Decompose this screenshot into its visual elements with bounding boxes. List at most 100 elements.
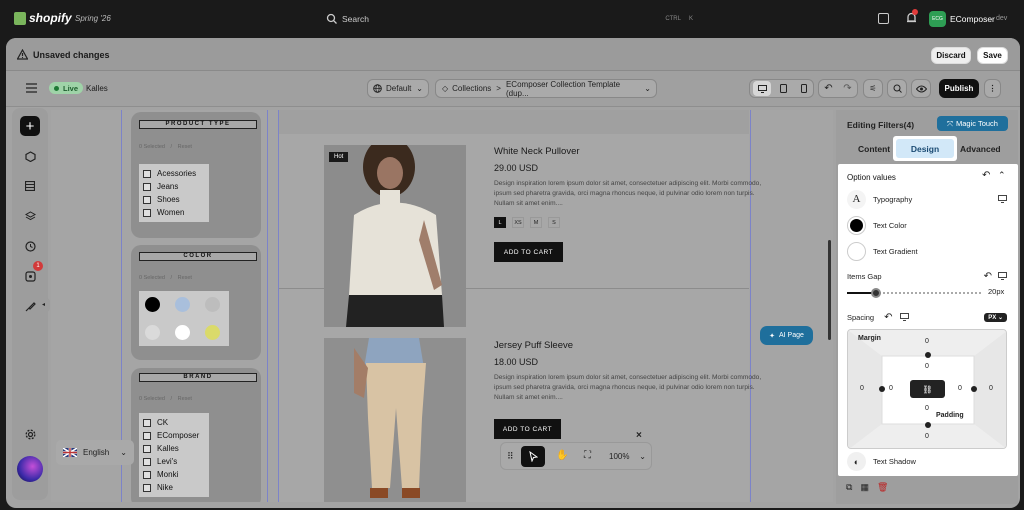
select-cursor-icon[interactable] bbox=[521, 446, 545, 467]
checkbox[interactable] bbox=[143, 457, 151, 466]
margin-left-handle[interactable] bbox=[879, 386, 885, 392]
shopify-logo-icon[interactable] bbox=[14, 12, 26, 25]
reset-icon[interactable]: ↶ bbox=[884, 312, 892, 323]
magic-touch-button[interactable]: ⤧ Magic Touch bbox=[937, 116, 1008, 131]
color-swatch[interactable] bbox=[145, 325, 160, 340]
color-swatch[interactable] bbox=[205, 297, 220, 312]
slider-thumb[interactable] bbox=[871, 288, 882, 298]
text-color-row[interactable]: Text Color bbox=[847, 215, 907, 235]
chevron-up-icon[interactable]: ⌃ bbox=[998, 170, 1006, 181]
more-options-icon[interactable]: ⋮ bbox=[984, 79, 1001, 98]
ai-page-button[interactable]: ✦ AI Page bbox=[760, 326, 813, 345]
size-option[interactable]: XS bbox=[512, 217, 524, 228]
margin-right-handle[interactable] bbox=[971, 386, 977, 392]
text-color-swatch[interactable] bbox=[847, 215, 866, 235]
desktop-view-icon[interactable] bbox=[753, 81, 772, 96]
checkbox[interactable] bbox=[143, 470, 151, 479]
padding-right-value[interactable]: 0 bbox=[958, 385, 962, 392]
close-icon[interactable]: × bbox=[636, 430, 642, 441]
desktop-view-icon[interactable] bbox=[998, 272, 1007, 280]
tab-advanced[interactable]: Advanced bbox=[960, 144, 1001, 154]
typography-row[interactable]: A Typography bbox=[847, 189, 1007, 209]
checkbox[interactable] bbox=[143, 444, 151, 453]
device-default-select[interactable]: Default ⌄ bbox=[367, 79, 429, 98]
language-selector[interactable]: English ⌄ bbox=[56, 440, 134, 465]
tab-content[interactable]: Content bbox=[858, 144, 890, 154]
settings-gear-icon[interactable] bbox=[20, 424, 40, 444]
filter-option[interactable]: EComposer bbox=[143, 429, 205, 442]
collapse-sidebar-icon[interactable]: ◂ bbox=[42, 298, 50, 312]
filter-reset-link[interactable]: Reset bbox=[178, 275, 192, 281]
reset-icon[interactable]: ↶ bbox=[984, 271, 992, 282]
margin-bottom-value[interactable]: 0 bbox=[925, 433, 929, 440]
ai-assistant-icon[interactable]: 1 bbox=[20, 261, 43, 286]
user-avatar[interactable] bbox=[17, 456, 43, 482]
filter-reset-link[interactable]: Reset bbox=[178, 396, 192, 402]
checkbox[interactable] bbox=[143, 169, 151, 178]
layout-grid-icon[interactable] bbox=[20, 176, 40, 196]
margin-bottom-handle[interactable] bbox=[925, 422, 931, 428]
color-swatch[interactable] bbox=[145, 297, 160, 312]
fit-screen-icon[interactable]: ⛶ bbox=[584, 450, 591, 461]
text-gradient-row[interactable]: Text Gradient bbox=[847, 241, 918, 261]
items-gap-slider[interactable] bbox=[847, 288, 981, 298]
tablet-view-icon[interactable] bbox=[774, 81, 792, 96]
checkbox[interactable] bbox=[143, 483, 151, 492]
product-image[interactable] bbox=[324, 145, 466, 327]
text-shadow-row[interactable]: ◐ Text Shadow bbox=[847, 452, 916, 471]
mobile-view-icon[interactable] bbox=[795, 81, 813, 96]
layers-icon[interactable] bbox=[20, 206, 40, 226]
checkbox[interactable] bbox=[143, 195, 151, 204]
color-swatch[interactable] bbox=[175, 297, 190, 312]
unit-select[interactable]: PX ⌄ bbox=[984, 312, 1007, 322]
checkbox[interactable] bbox=[143, 431, 151, 440]
product-title[interactable]: Jersey Puff Sleeve bbox=[494, 340, 794, 351]
hand-pan-icon[interactable]: ✋ bbox=[556, 450, 568, 461]
checkbox[interactable] bbox=[143, 208, 151, 217]
padding-left-value[interactable]: 0 bbox=[889, 385, 893, 392]
size-option[interactable]: M bbox=[530, 217, 542, 228]
product-image[interactable] bbox=[324, 338, 466, 502]
checkbox[interactable] bbox=[143, 182, 151, 191]
delete-trash-icon[interactable]: 🗑 bbox=[877, 482, 888, 493]
drag-handle-icon[interactable]: ⠿ bbox=[507, 451, 514, 462]
margin-right-value[interactable]: 0 bbox=[989, 385, 993, 392]
save-button[interactable]: Save bbox=[977, 47, 1008, 64]
discard-button[interactable]: Discard bbox=[931, 47, 971, 64]
filter-option[interactable]: Levi's bbox=[143, 455, 205, 468]
breadcrumb-collections[interactable]: Collections bbox=[452, 84, 491, 93]
filter-option[interactable]: Kalles bbox=[143, 442, 205, 455]
store-avatar[interactable]: ECG bbox=[929, 11, 946, 27]
filter-option[interactable]: Women bbox=[143, 206, 205, 219]
canvas-scrollbar[interactable] bbox=[828, 240, 831, 340]
margin-left-value[interactable]: 0 bbox=[860, 385, 864, 392]
zoom-select[interactable]: 100% ⌄ bbox=[605, 446, 649, 467]
shopify-brand[interactable]: shopify bbox=[29, 11, 72, 25]
margin-top-value[interactable]: 0 bbox=[925, 338, 929, 345]
undo-icon[interactable]: ↶ bbox=[824, 83, 832, 94]
save-section-icon[interactable]: ▦ bbox=[860, 482, 869, 493]
sections-icon[interactable] bbox=[20, 146, 40, 166]
store-icon[interactable] bbox=[878, 13, 889, 24]
product-title[interactable]: White Neck Pullover bbox=[494, 146, 794, 157]
text-gradient-swatch[interactable] bbox=[847, 241, 866, 261]
filter-option[interactable]: Shoes bbox=[143, 193, 205, 206]
notification-bell-icon[interactable] bbox=[906, 9, 918, 24]
menu-icon[interactable] bbox=[26, 83, 37, 93]
tab-design[interactable]: Design bbox=[896, 139, 954, 158]
publish-button[interactable]: Publish bbox=[939, 79, 979, 98]
brush-icon[interactable] bbox=[20, 296, 40, 316]
link-values-icon[interactable]: ⛓ bbox=[910, 380, 945, 398]
size-option[interactable]: S bbox=[548, 217, 560, 228]
add-to-cart-button[interactable]: ADD TO CART bbox=[494, 242, 563, 262]
search-bar[interactable]: Search CTRL K bbox=[320, 8, 705, 30]
color-swatch[interactable] bbox=[175, 325, 190, 340]
search-zoom-icon[interactable] bbox=[887, 79, 907, 98]
color-swatch[interactable] bbox=[205, 325, 220, 340]
redo-icon[interactable]: ↷ bbox=[843, 83, 851, 94]
template-breadcrumb[interactable]: ◇ Collections > EComposer Collection Tem… bbox=[435, 79, 657, 98]
filter-option[interactable]: CK bbox=[143, 416, 205, 429]
reset-icon[interactable]: ↶ bbox=[982, 170, 990, 181]
filter-option[interactable]: Nike bbox=[143, 481, 205, 494]
desktop-view-icon[interactable] bbox=[998, 195, 1007, 203]
